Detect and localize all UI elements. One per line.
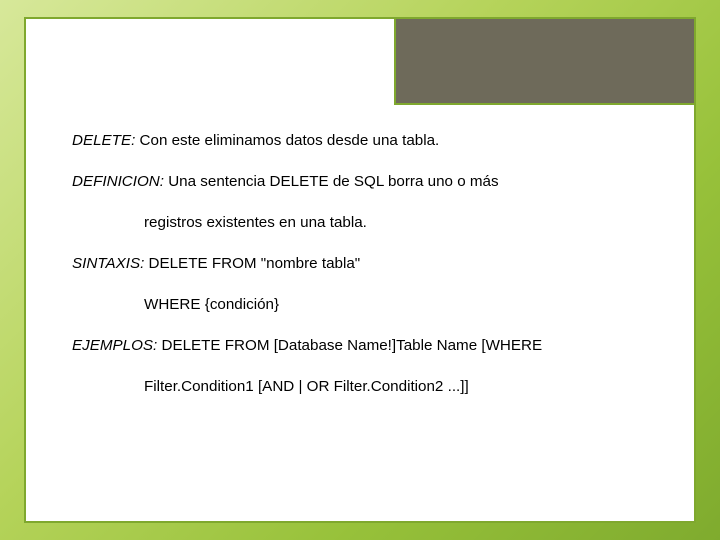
line-delete: DELETE: Con este eliminamos datos desde … (72, 131, 654, 150)
label-delete: DELETE: (72, 132, 135, 149)
line-ejemplos-2: Filter.Condition1 [AND | OR Filter.Condi… (72, 377, 654, 396)
label-sintaxis: SINTAXIS: (72, 255, 144, 272)
text-delete: Con este eliminamos datos desde una tabl… (135, 132, 439, 149)
text-sintaxis-1: DELETE FROM "nombre tabla" (144, 255, 360, 272)
line-definicion-1: DEFINICION: Una sentencia DELETE de SQL … (72, 172, 654, 191)
slide-frame: DELETE: Con este eliminamos datos desde … (24, 17, 696, 523)
title-placeholder-box (394, 17, 696, 105)
slide-body: DELETE: Con este eliminamos datos desde … (72, 131, 654, 418)
text-definicion-1: Una sentencia DELETE de SQL borra uno o … (164, 173, 499, 190)
line-sintaxis-1: SINTAXIS: DELETE FROM "nombre tabla" (72, 254, 654, 273)
text-ejemplos-1: DELETE FROM [Database Name!]Table Name [… (157, 337, 542, 354)
text-definicion-2: registros existentes en una tabla. (144, 214, 367, 231)
label-definicion: DEFINICION: (72, 173, 164, 190)
line-definicion-2: registros existentes en una tabla. (72, 213, 654, 232)
line-sintaxis-2: WHERE {condición} (72, 295, 654, 314)
label-ejemplos: EJEMPLOS: (72, 337, 157, 354)
text-sintaxis-2: WHERE {condición} (144, 296, 279, 313)
text-ejemplos-2: Filter.Condition1 [AND | OR Filter.Condi… (144, 378, 469, 395)
line-ejemplos-1: EJEMPLOS: DELETE FROM [Database Name!]Ta… (72, 336, 654, 355)
